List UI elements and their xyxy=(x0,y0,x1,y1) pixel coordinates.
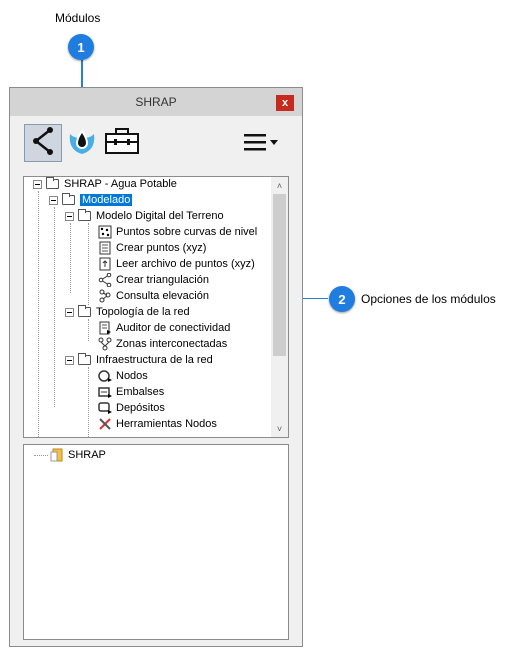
module-toolbar xyxy=(10,116,302,168)
tree-item-label: Auditor de conectividad xyxy=(116,322,231,334)
tree-item-herramientas-nodos[interactable]: Herramientas Nodos xyxy=(98,416,217,432)
tree-item-label: Embalses xyxy=(116,386,165,398)
tree-item-label: Consulta elevación xyxy=(116,290,209,302)
tree-node-mdt[interactable]: Modelo Digital del Terreno xyxy=(65,208,224,224)
toolbox-module-button[interactable] xyxy=(103,124,141,162)
tree-item-triangulacion[interactable]: Crear triangulación xyxy=(98,272,209,288)
tree-node-label: Modelo Digital del Terreno xyxy=(96,210,224,222)
tree-item-label: Herramientas Nodos xyxy=(116,418,217,430)
tank-icon xyxy=(98,401,112,415)
collapse-toggle[interactable] xyxy=(65,211,74,221)
toolbox-icon xyxy=(104,126,140,161)
reservoir-icon xyxy=(98,385,112,399)
contour-points-icon xyxy=(98,225,112,239)
tree-guide xyxy=(88,223,89,305)
connected-zones-icon xyxy=(98,337,112,351)
scroll-thumb[interactable] xyxy=(273,194,286,356)
collapse-toggle[interactable] xyxy=(65,307,74,317)
tree-item-nodos[interactable]: Nodos xyxy=(98,368,148,384)
tree-guide xyxy=(88,319,89,341)
network-module-button[interactable] xyxy=(24,124,62,162)
tree-item-label: Leer archivo de puntos (xyz) xyxy=(116,258,255,270)
folder-icon xyxy=(46,177,59,189)
module-options-tree[interactable]: SHRAP - Agua Potable Modelado Modelo Dig… xyxy=(23,176,289,438)
collapse-toggle[interactable] xyxy=(49,195,58,205)
tree-item-label: Nodos xyxy=(116,370,148,382)
tools-icon xyxy=(98,417,112,431)
tree-node-root[interactable]: SHRAP - Agua Potable xyxy=(33,177,177,192)
elevation-query-icon xyxy=(98,289,112,303)
collapse-toggle[interactable] xyxy=(65,355,74,365)
folder-icon xyxy=(78,209,91,221)
tree-item-consulta-elevacion[interactable]: Consulta elevación xyxy=(98,288,209,304)
tree-item-crear-puntos[interactable]: Crear puntos (xyz) xyxy=(98,240,206,256)
tree-item-depositos[interactable]: Depósitos xyxy=(98,400,165,416)
callout-badge-1: 1 xyxy=(68,34,94,60)
tree-item-label: Depósitos xyxy=(116,402,165,414)
folder-icon xyxy=(78,353,91,365)
scroll-down-icon[interactable]: ˅ xyxy=(271,420,288,437)
points-grid-icon xyxy=(98,241,112,255)
module-menu-button[interactable] xyxy=(242,130,282,156)
tree-item-embalses[interactable]: Embalses xyxy=(98,384,164,400)
scroll-up-icon[interactable]: ˄ xyxy=(271,177,288,194)
shrap-window: SHRAP x SHRAP - Agua Potable Modelado Mo… xyxy=(9,87,303,647)
tree-guide xyxy=(54,207,55,407)
tree-item-label: Puntos sobre curvas de nivel xyxy=(116,226,258,238)
tree-item-label: Zonas interconectadas xyxy=(116,338,228,350)
file-import-icon xyxy=(98,257,112,271)
tree-guide xyxy=(38,191,39,437)
project-tree-label: SHRAP xyxy=(68,449,106,461)
share-network-icon xyxy=(30,126,56,161)
tree-item-zonas[interactable]: Zonas interconectadas xyxy=(98,336,227,352)
tree-node-topologia[interactable]: Topología de la red xyxy=(65,304,190,320)
project-tree-root[interactable]: SHRAP xyxy=(50,447,106,463)
module-options-callout-label: Opciones de los módulos xyxy=(361,292,496,306)
folder-icon xyxy=(78,305,91,317)
tree-item-leer-archivo[interactable]: Leer archivo de puntos (xyz) xyxy=(98,256,255,272)
callout-badge-2: 2 xyxy=(329,286,355,312)
triangulation-icon xyxy=(98,273,112,287)
tree-item-label: Crear triangulación xyxy=(116,274,209,286)
tree-item-auditor[interactable]: Auditor de conectividad xyxy=(98,320,230,336)
tree-node-label: SHRAP - Agua Potable xyxy=(64,178,177,190)
node-icon xyxy=(98,369,112,383)
water-drop-icon xyxy=(64,124,100,163)
tree-item-curvas[interactable]: Puntos sobre curvas de nivel xyxy=(98,224,257,240)
window-title: SHRAP xyxy=(135,95,177,109)
tree-node-label: Infraestructura de la red xyxy=(96,354,213,366)
collapse-toggle[interactable] xyxy=(33,179,42,189)
tree-guide xyxy=(88,367,89,437)
tree-node-modelado[interactable]: Modelado xyxy=(49,192,133,208)
tree-node-label-selected: Modelado xyxy=(80,194,133,206)
connectivity-audit-icon xyxy=(98,321,112,335)
tree-guide xyxy=(70,223,71,293)
water-module-button[interactable] xyxy=(63,124,101,162)
project-file-icon xyxy=(50,448,64,462)
hamburger-menu-icon xyxy=(242,134,282,160)
tree-item-label: Crear puntos (xyz) xyxy=(116,242,207,254)
tree-node-infraestructura[interactable]: Infraestructura de la red xyxy=(65,352,213,368)
tree-scrollbar[interactable]: ˄ ˅ xyxy=(271,177,288,437)
tree-node-label: Topología de la red xyxy=(96,306,190,318)
close-button[interactable]: x xyxy=(276,95,294,111)
folder-icon xyxy=(62,193,75,205)
modules-callout-label: Módulos xyxy=(55,11,101,25)
project-tree-panel[interactable]: SHRAP xyxy=(23,444,289,640)
window-titlebar[interactable]: SHRAP x xyxy=(10,88,302,116)
tree-guide xyxy=(34,455,48,456)
